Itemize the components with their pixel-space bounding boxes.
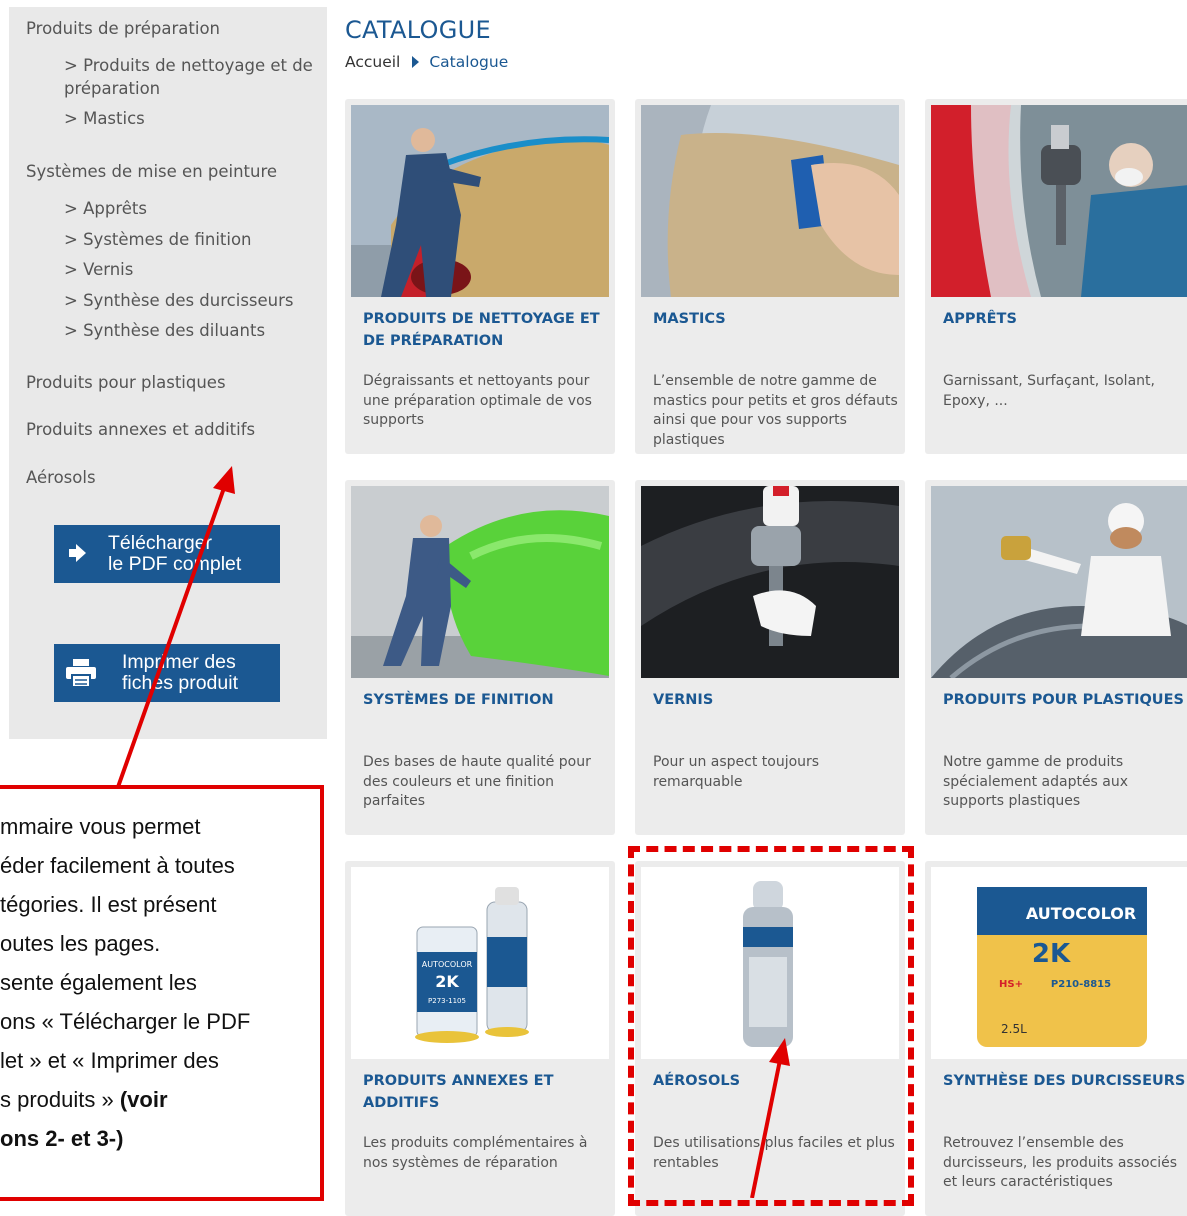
annotation-arrow-aerosol-icon (750, 1059, 782, 1198)
annotation-arrows (116, 466, 790, 1198)
annotation-arrow-up-icon (116, 487, 226, 788)
